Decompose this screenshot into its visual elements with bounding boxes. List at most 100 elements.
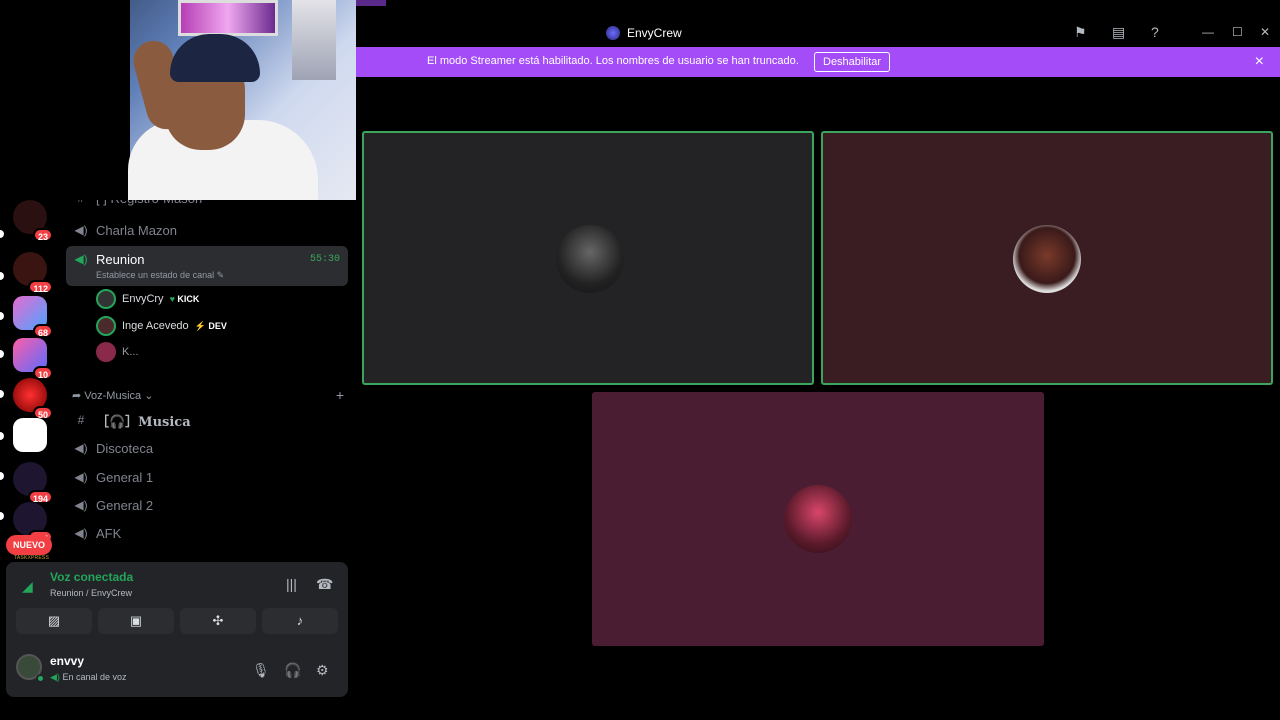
inbox-icon[interactable]: ▤ (1112, 24, 1125, 41)
voice-member[interactable]: Inge Acevedo ⚡ DEV (96, 315, 227, 337)
voice-stage (356, 77, 1280, 720)
speaker-icon: ◀) (74, 441, 88, 455)
top-strip (356, 0, 1280, 20)
help-icon[interactable]: ? (1151, 24, 1159, 40)
user-status-text: En canal de voz (62, 672, 127, 682)
banner-message: El modo Streamer está habilitado. Los no… (427, 55, 799, 67)
add-channel-icon[interactable]: + (336, 387, 344, 403)
avatar (96, 289, 116, 309)
voice-member[interactable]: K... (96, 341, 139, 363)
server-icon[interactable]: 50 (13, 378, 53, 420)
speaker-icon: ◀) (74, 526, 88, 540)
server-icon[interactable]: 265 (13, 502, 53, 544)
soundboard-icon: ♪ (296, 613, 304, 628)
flag-icon[interactable]: ⚑ (1074, 24, 1087, 41)
screenshare-button[interactable]: ▣ (98, 608, 174, 634)
channel-label: General 2 (96, 497, 154, 513)
voice-status[interactable]: Voz conectada (50, 570, 133, 584)
streamer-mode-banner: El modo Streamer está habilitado. Los no… (356, 47, 1280, 77)
category-label: Voz-Musica (84, 390, 142, 402)
close-icon[interactable]: × (1255, 53, 1264, 71)
unread-pill (0, 350, 4, 358)
voice-timer: 55:30 (309, 254, 340, 265)
wall-poster-2 (292, 0, 336, 80)
webcam-shadow (0, 0, 130, 200)
wall-poster (178, 0, 278, 36)
speaker-icon: ◀) (50, 672, 60, 682)
server-icon[interactable]: 23 (13, 200, 53, 242)
server-icon[interactable]: 10 (13, 338, 53, 380)
headphones-icon[interactable]: 🎧 (284, 662, 301, 679)
heart-icon: ♥ (169, 294, 175, 304)
voice-member[interactable]: EnvyCry ♥ KICK (96, 288, 199, 310)
channel-label: ［🎧］Musica (96, 414, 191, 430)
soundboard-button[interactable]: ♪ (262, 608, 338, 634)
pencil-icon: ✎ (216, 270, 225, 280)
new-server-badge[interactable]: NUEVO (6, 535, 52, 555)
server-list: 23 112 68 10 50 194 265 (0, 200, 54, 560)
mention-badge: 10 (32, 366, 53, 380)
channel-charla-mazon[interactable]: ◀) Charla Mazon (66, 218, 348, 242)
server-icon[interactable]: 112 (13, 252, 53, 294)
unread-pill (0, 512, 4, 520)
gear-icon[interactable]: ⚙ (316, 662, 329, 679)
channel-discoteca[interactable]: ◀) Discoteca (66, 436, 348, 460)
disable-streamer-button[interactable]: Deshabilitar (814, 52, 891, 72)
unread-pill (0, 432, 4, 440)
server-icon[interactable]: 194 (13, 462, 53, 504)
mention-badge: 112 (28, 280, 53, 294)
channel-list: # [ ] Registro-Mason ◀) Charla Mazon ◀) … (66, 191, 350, 560)
speaker-icon: ◀) (74, 470, 88, 484)
server-icon (606, 26, 620, 40)
microphone-icon[interactable]: 🎙 (252, 662, 270, 679)
person-cap (170, 34, 260, 82)
user-status: ◀) En canal de voz (50, 672, 126, 683)
disconnect-icon[interactable]: ☎ (316, 576, 333, 593)
participant-tile[interactable] (362, 131, 814, 385)
camera-button[interactable]: ▨ (16, 608, 92, 634)
unread-pill (0, 230, 4, 238)
channel-general-2[interactable]: ◀) General 2 (66, 493, 348, 517)
member-tag-label: DEV (208, 320, 227, 331)
screen: 23 112 68 10 50 194 265 NUEVO TASKXPRESS… (0, 0, 1280, 720)
mention-badge: 23 (32, 228, 53, 242)
chevron-down-icon: ⌄ (144, 390, 154, 402)
unread-pill (0, 390, 4, 398)
channel-general-1[interactable]: ◀) General 1 (66, 465, 348, 489)
avatar (784, 485, 852, 553)
new-server-sublabel: TASKXPRESS (14, 555, 49, 561)
minimize-icon[interactable]: — (1202, 25, 1214, 39)
avatar (1013, 225, 1081, 293)
member-name: EnvyCry (122, 293, 164, 305)
channel-status[interactable]: Establece un estado de canal ✎ (96, 270, 224, 281)
channel-reunion[interactable]: ◀) Reunion 55:30 Establece un estado de … (66, 246, 348, 286)
noise-suppression-icon[interactable]: ||| (286, 576, 297, 592)
voice-location[interactable]: Reunion / EnvyCrew (50, 588, 132, 598)
avatar (96, 316, 116, 336)
participant-tile[interactable] (821, 131, 1273, 385)
maximize-icon[interactable]: ☐ (1232, 25, 1243, 39)
activities-button[interactable]: ✣ (180, 608, 256, 634)
channel-afk[interactable]: ◀) AFK (66, 521, 348, 545)
channel-label: Discoteca (96, 440, 154, 456)
user-name[interactable]: envvy (50, 654, 84, 668)
member-tag-label: KICK (177, 294, 200, 304)
close-icon[interactable]: ✕ (1260, 25, 1270, 39)
hash-icon: # (77, 413, 85, 427)
channel-status-text: Establece un estado de canal (96, 270, 215, 280)
channel-label: AFK (96, 525, 122, 541)
member-tag: ♥ KICK (170, 294, 200, 304)
window-title: EnvyCrew (627, 26, 682, 40)
online-status-dot (36, 674, 45, 683)
server-icon[interactable]: 68 (13, 296, 53, 338)
mention-badge: 68 (32, 324, 53, 338)
category-voz-musica[interactable]: ➦ Voz-Musica ⌄ (72, 389, 153, 402)
member-tag: ⚡ DEV (195, 321, 227, 332)
left-pane: 23 112 68 10 50 194 265 NUEVO TASKXPRESS… (0, 191, 356, 700)
channel-musica[interactable]: # ［🎧］Musica (66, 408, 348, 432)
participant-tile[interactable] (592, 392, 1044, 646)
member-name: Inge Acevedo (122, 320, 189, 332)
speaker-icon: ◀) (74, 252, 88, 266)
server-icon[interactable] (13, 418, 47, 452)
speaker-icon: ◀) (74, 223, 88, 237)
